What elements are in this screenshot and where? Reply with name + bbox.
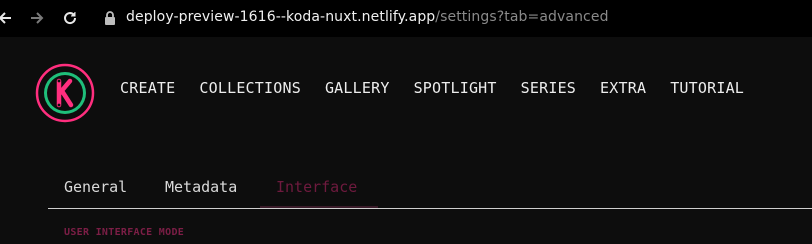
menu-item-tutorial[interactable]: TUTORIAL [670, 79, 744, 97]
tab-general[interactable]: General [64, 178, 127, 196]
section-heading: USER INTERFACE MODE [64, 227, 185, 238]
menu-item-spotlight[interactable]: SPOTLIGHT [414, 79, 497, 97]
menu-item-series[interactable]: SERIES [521, 79, 576, 97]
app-header: CREATE COLLECTIONS GALLERY SPOTLIGHT SER… [0, 37, 812, 157]
koda-logo[interactable] [35, 63, 95, 123]
forward-icon[interactable] [26, 7, 48, 29]
tab-interface[interactable]: Interface [276, 178, 357, 196]
address-bar[interactable]: deploy-preview-1616--koda-nuxt.netlify.a… [126, 9, 609, 25]
url-path: /settings?tab=advanced [435, 9, 609, 25]
back-icon[interactable] [0, 7, 16, 29]
menu-item-create[interactable]: CREATE [120, 79, 175, 97]
reload-icon[interactable] [59, 7, 81, 29]
menu-item-extra[interactable]: EXTRA [600, 79, 646, 97]
menu-item-gallery[interactable]: GALLERY [325, 79, 390, 97]
main-menu: CREATE COLLECTIONS GALLERY SPOTLIGHT SER… [120, 79, 744, 97]
tab-metadata[interactable]: Metadata [165, 178, 237, 196]
browser-toolbar: deploy-preview-1616--koda-nuxt.netlify.a… [0, 0, 812, 37]
menu-item-collections[interactable]: COLLECTIONS [199, 79, 301, 97]
active-tab-indicator [260, 206, 378, 208]
url-host: deploy-preview-1616--koda-nuxt.netlify.a… [126, 9, 436, 25]
lock-icon [105, 11, 115, 25]
settings-tabs: General Metadata Interface [48, 170, 812, 209]
